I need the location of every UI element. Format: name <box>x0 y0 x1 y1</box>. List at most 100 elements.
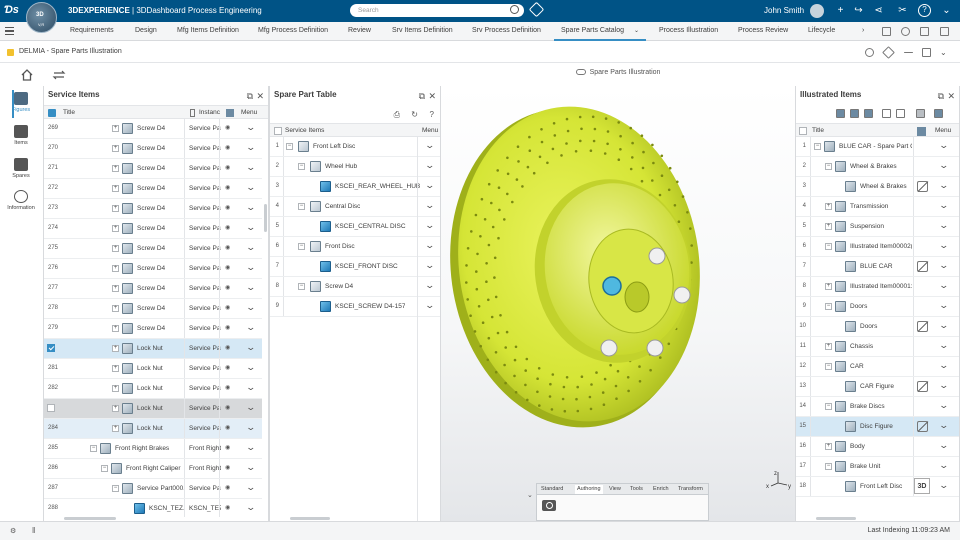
table-row[interactable]: 9 KSCEI_SCREW D4-157 ⌄ <box>270 297 440 317</box>
status-settings-icon[interactable]: ⚙ <box>10 527 16 535</box>
table-row[interactable]: 279 + Screw D4 Service Par ◉ ⌄ <box>44 319 262 339</box>
expand-toggle-icon[interactable]: + <box>825 283 832 290</box>
action-tab-standard[interactable]: Standard <box>541 486 563 492</box>
table-row[interactable]: 3 KSCEI_REAR_WHEEL_HUB ⌄ <box>270 177 440 197</box>
row-menu-chevron-icon[interactable]: ⌄ <box>245 502 256 513</box>
tag-icon[interactable] <box>528 1 545 18</box>
visibility-eye-icon[interactable]: ◉ <box>225 364 230 371</box>
table-row[interactable]: 9 − Doors ⌄ <box>796 297 959 317</box>
expand-toggle-icon[interactable]: − <box>825 303 832 310</box>
panel-float-icon[interactable]: ⧉ <box>938 91 944 102</box>
horizontal-scrollbar[interactable] <box>816 517 856 520</box>
row-menu-chevron-icon[interactable]: ⌄ <box>938 300 949 311</box>
expand-toggle-icon[interactable]: + <box>112 365 119 372</box>
expand-toggle-icon[interactable]: − <box>298 203 305 210</box>
home-icon[interactable] <box>20 68 34 82</box>
visibility-eye-icon[interactable]: ◉ <box>225 484 230 491</box>
expand-toggle-icon[interactable]: − <box>112 485 119 492</box>
vertical-scrollbar[interactable] <box>264 204 267 232</box>
visibility-eye-icon[interactable]: ◉ <box>225 504 230 511</box>
row-menu-chevron-icon[interactable]: ⌄ <box>938 460 949 471</box>
row-menu-chevron-icon[interactable]: ⌄ <box>245 422 256 433</box>
rail-item-items[interactable]: Items <box>6 125 36 146</box>
expand-toggle-icon[interactable]: + <box>112 165 119 172</box>
3d-viewer[interactable]: z y x <box>441 86 795 522</box>
table-row[interactable]: 278 + Screw D4 Service Par ◉ ⌄ <box>44 299 262 319</box>
expand-toggle-icon[interactable]: + <box>112 385 119 392</box>
tab-requirements[interactable]: Requirements <box>70 27 114 34</box>
compass-icon[interactable]: 3D V,R <box>26 2 57 33</box>
table-row[interactable]: 270 + Screw D4 Service Par ◉ ⌄ <box>44 139 262 159</box>
table-row[interactable]: 286 − Front Right Caliper Front Right ◉ ⌄ <box>44 459 262 479</box>
row-menu-chevron-icon[interactable]: ⌄ <box>938 160 949 171</box>
table-row[interactable]: 285 − Front Right Brakes Front Right ◉ ⌄ <box>44 439 262 459</box>
row-menu-chevron-icon[interactable]: ⌄ <box>245 162 256 173</box>
widget-menu-icon[interactable]: ⌄ <box>940 48 949 57</box>
user-name[interactable]: John Smith <box>764 6 804 15</box>
table-row[interactable]: 13 CAR Figure ⌄ <box>796 377 959 397</box>
link-figure-icon[interactable] <box>864 109 873 118</box>
action-tab-transform[interactable]: Transform <box>678 486 703 492</box>
expand-toggle-icon[interactable]: + <box>112 185 119 192</box>
no-image-icon[interactable] <box>917 321 928 332</box>
select-all-checkbox[interactable] <box>799 127 807 135</box>
row-menu-chevron-icon[interactable]: ⌄ <box>424 260 435 271</box>
row-menu-chevron-icon[interactable]: ⌄ <box>424 220 435 231</box>
help-icon[interactable]: ? <box>430 110 434 119</box>
table-row[interactable]: 5 KSCEI_CENTRAL DISC ⌄ <box>270 217 440 237</box>
expand-toggle-icon[interactable]: + <box>112 125 119 132</box>
rail-item-figures[interactable]: Figures <box>6 92 36 113</box>
swap-icon[interactable] <box>52 69 66 81</box>
minimize-icon[interactable] <box>904 52 913 53</box>
table-row[interactable]: 6 − Illustrated Item00002(⌄ <box>796 237 959 257</box>
table-row[interactable]: 276 + Screw D4 Service Par ◉ ⌄ <box>44 259 262 279</box>
rail-item-information[interactable]: Information <box>6 190 36 211</box>
row-menu-chevron-icon[interactable]: ⌄ <box>245 182 256 193</box>
row-menu-chevron-icon[interactable]: ⌄ <box>245 322 256 333</box>
table-row[interactable]: 10 Doors ⌄ <box>796 317 959 337</box>
visibility-eye-icon[interactable]: ◉ <box>225 464 230 471</box>
expand-toggle-icon[interactable]: + <box>112 345 119 352</box>
action-tab-enrich[interactable]: Enrich <box>653 486 669 492</box>
tab-process-illustration[interactable]: Process Illustration <box>659 27 718 34</box>
tab-mfg-process-definition[interactable]: Mfg Process Definition <box>258 27 328 34</box>
add-figure-icon[interactable] <box>850 109 859 118</box>
chat-icon[interactable] <box>901 27 910 36</box>
table-row[interactable]: 284 + Lock Nut Service Par ◉ ⌄ <box>44 419 262 439</box>
close-icon[interactable]: ✕ <box>428 91 436 102</box>
row-menu-chevron-icon[interactable]: ⌄ <box>245 482 256 493</box>
table-row[interactable]: 271 + Screw D4 Service Par ◉ ⌄ <box>44 159 262 179</box>
tab-lifecycle[interactable]: Lifecycle <box>808 27 835 34</box>
visibility-eye-icon[interactable]: ◉ <box>225 244 230 251</box>
close-icon[interactable]: ✕ <box>256 91 264 102</box>
column-title[interactable]: Title <box>63 109 75 116</box>
chevron-down-icon[interactable]: ⌄ <box>940 4 953 17</box>
tab-process-review[interactable]: Process Review <box>738 27 788 34</box>
visibility-eye-icon[interactable]: ◉ <box>225 144 230 151</box>
table-row[interactable]: 7 KSCEI_FRONT DISC ⌄ <box>270 257 440 277</box>
visibility-eye-icon[interactable]: ◉ <box>225 404 230 411</box>
table-row[interactable]: + Lock Nut Service Par ◉ ⌄ <box>44 339 262 359</box>
row-menu-chevron-icon[interactable]: ⌄ <box>245 242 256 253</box>
expand-toggle-icon[interactable]: − <box>825 403 832 410</box>
ds-logo-icon[interactable]: Ɗs <box>4 4 20 17</box>
brake-disc-model[interactable]: z y x <box>441 86 795 522</box>
indent-icon[interactable] <box>882 109 891 118</box>
tab-srv-items-definition[interactable]: Srv Items Definition <box>392 27 453 34</box>
tab-review[interactable]: Review <box>348 27 371 34</box>
column-instance[interactable]: Instanc <box>199 109 220 116</box>
table-row[interactable]: 8 + Illustrated Item00001: ⌄ <box>796 277 959 297</box>
expand-toggle-icon[interactable]: − <box>286 143 293 150</box>
column-menu[interactable]: Menu <box>422 127 438 134</box>
row-menu-chevron-icon[interactable]: ⌄ <box>245 382 256 393</box>
row-checkbox[interactable] <box>47 344 55 352</box>
table-row[interactable]: 15 Disc Figure ⌄ <box>796 417 959 437</box>
column-title[interactable]: Title <box>812 127 824 134</box>
visibility-eye-icon[interactable]: ◉ <box>225 204 230 211</box>
illustrate-icon[interactable] <box>836 109 845 118</box>
horizontal-scrollbar[interactable] <box>64 517 116 520</box>
row-menu-chevron-icon[interactable]: ⌄ <box>938 340 949 351</box>
share-icon[interactable]: ↪ <box>852 4 865 17</box>
table-row[interactable]: 287 − Service Part000... Service Par ◉ ⌄ <box>44 479 262 499</box>
tools-icon[interactable]: ✂ <box>896 4 909 17</box>
